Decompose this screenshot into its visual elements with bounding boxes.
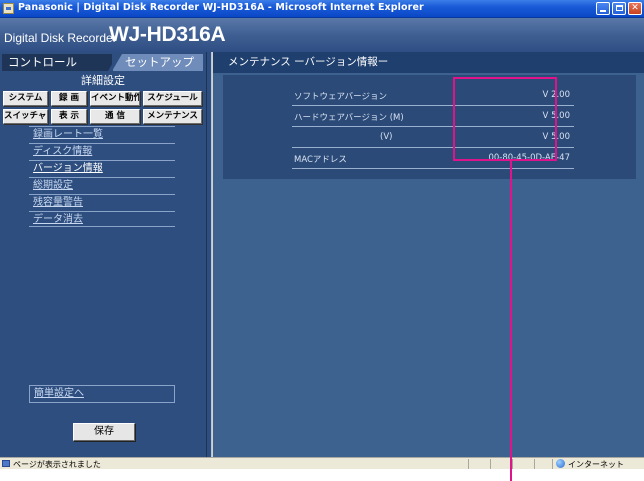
switcher-button[interactable]: スイッチャー	[3, 109, 48, 124]
tab-control[interactable]: コントロール	[2, 54, 118, 71]
hardware-version-v-label: (V)	[380, 132, 393, 142]
left-panel: コントロール セットアップ 詳細設定 システム 録 画 イベント動作 スケジュー…	[0, 52, 206, 457]
app-name-small: Digital Disk Recorder	[4, 31, 117, 45]
hardware-version-m-label: ハードウェアバージョン (M)	[294, 113, 404, 123]
settings-button-row-1: システム 録 画 イベント動作 スケジュール	[3, 91, 203, 107]
schedule-button[interactable]: スケジュール	[143, 91, 202, 106]
status-divider	[490, 459, 491, 469]
status-divider	[552, 459, 553, 469]
save-button[interactable]: 保存	[73, 423, 135, 441]
app-model: WJ-HD316A	[109, 23, 226, 46]
app-header: Digital Disk Recorder WJ-HD316A	[0, 18, 644, 52]
version-info-table: ソフトウェアバージョン V 2.00 ハードウェアバージョン (M) V 5.0…	[223, 75, 636, 179]
status-divider	[512, 459, 513, 469]
close-icon: ✕	[631, 3, 639, 13]
communication-button[interactable]: 通 信	[90, 109, 140, 124]
software-version-label: ソフトウェアバージョン	[294, 92, 387, 102]
ie-page-icon	[3, 3, 14, 14]
security-zone-text: インターネット	[568, 460, 624, 469]
menu-item-record-rate-list[interactable]: 録画レート一覧	[29, 126, 175, 142]
event-action-button[interactable]: イベント動作	[90, 91, 140, 106]
display-button[interactable]: 表 示	[51, 109, 87, 124]
maximize-button[interactable]	[612, 2, 626, 15]
menu-item-disk-info[interactable]: ディスク情報	[29, 143, 175, 159]
internet-zone-icon	[556, 459, 565, 468]
close-button[interactable]: ✕	[628, 2, 642, 15]
version-values-highlight	[453, 77, 557, 161]
minimize-button[interactable]	[596, 2, 610, 15]
menu-item-version-info[interactable]: バージョン情報	[29, 160, 175, 176]
frame-splitter[interactable]	[206, 52, 212, 457]
maximize-icon	[615, 5, 623, 11]
easy-setup-link[interactable]: 簡単設定へ	[29, 385, 175, 403]
maintenance-button[interactable]: メンテナンス	[143, 109, 202, 124]
status-bar: ページが表示されました インターネット	[0, 457, 644, 469]
menu-item-remaining-capacity-warning[interactable]: 残容量警告	[29, 194, 175, 210]
menu-item-total-settings[interactable]: 総期設定	[29, 177, 175, 193]
status-divider	[534, 459, 535, 469]
page-title: メンテナンス ーバージョン情報ー	[213, 52, 644, 73]
status-text: ページが表示されました	[13, 460, 101, 469]
system-button[interactable]: システム	[3, 91, 48, 106]
menu-item-data-erase[interactable]: データ消去	[29, 211, 175, 227]
minimize-icon	[600, 10, 606, 12]
title-bar: Panasonic | Digital Disk Recorder WJ-HD3…	[0, 0, 644, 18]
record-button[interactable]: 録 画	[51, 91, 87, 106]
status-divider	[468, 459, 469, 469]
window-title: Panasonic | Digital Disk Recorder WJ-HD3…	[18, 2, 424, 13]
page-done-icon	[2, 460, 10, 467]
settings-button-row-2: スイッチャー 表 示 通 信 メンテナンス	[3, 109, 203, 125]
mac-address-label: MACアドレス	[294, 155, 347, 165]
detail-settings-heading: 詳細設定	[81, 74, 125, 87]
tab-setup[interactable]: セットアップ	[112, 54, 203, 71]
right-panel: メンテナンス ーバージョン情報ー ソフトウェアバージョン V 2.00 ハードウ…	[213, 52, 644, 457]
browser-window: Panasonic | Digital Disk Recorder WJ-HD3…	[0, 0, 644, 469]
callout-leader-line	[510, 161, 512, 481]
